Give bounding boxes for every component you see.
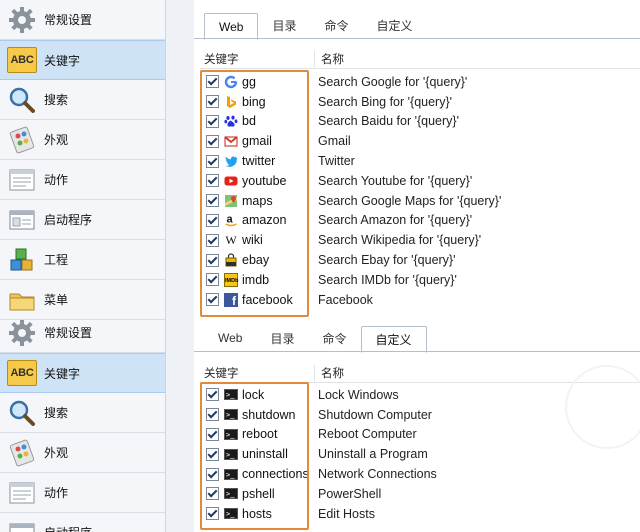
sidebar-item-appearance[interactable]: 外观 [0, 433, 165, 473]
action-list-icon [7, 165, 37, 195]
sidebar-item-launcher[interactable]: 启动程序 [0, 200, 165, 240]
top-tab-bar: Web 目录 命令 自定义 [204, 13, 427, 40]
list-header: 关键字 名称 [200, 50, 640, 69]
tab-directory[interactable]: 目录 [256, 326, 308, 350]
sidebar-item-launcher[interactable]: 启动程序 [0, 513, 165, 532]
sidebar-item-label: 常规设置 [44, 13, 93, 27]
tab-commands[interactable]: 命令 [308, 326, 360, 350]
keyword-name: Search Amazon for '{query}' [318, 213, 473, 228]
keyword-name: Gmail [318, 134, 351, 149]
blocks-icon [7, 245, 37, 275]
sidebar-item-keywords[interactable]: ABC 关键字 [0, 353, 165, 393]
launcher-window-icon [7, 518, 37, 532]
column-header-keyword[interactable]: 关键字 [200, 51, 315, 67]
sidebar-item-label: 搜索 [44, 406, 69, 420]
keyword-name: Uninstall a Program [318, 447, 428, 462]
content-gutter [166, 0, 194, 532]
sidebar-item-projects[interactable]: 工程 [0, 240, 165, 280]
sidebar-item-keywords[interactable]: ABC 关键字 [0, 40, 165, 80]
sidebar-item-actions[interactable]: 动作 [0, 160, 165, 200]
column-header-name[interactable]: 名称 [315, 51, 344, 67]
tab-divider [194, 38, 640, 39]
tab-commands[interactable]: 命令 [310, 13, 362, 37]
keyword-name: Search Ebay for '{query}' [318, 253, 456, 268]
keyword-name: Facebook [318, 292, 373, 307]
sidebar-item-search[interactable]: 搜索 [0, 80, 165, 120]
bottom-tab-bar: Web 目录 命令 自定义 [204, 326, 427, 353]
tab-custom[interactable]: 自定义 [363, 13, 427, 37]
sidebar-item-general[interactable]: 常规设置 [0, 313, 165, 353]
gear-icon [7, 5, 37, 35]
appearance-icon [7, 125, 37, 155]
keyword-name: Search Google Maps for '{query}' [318, 193, 502, 208]
top-keyword-panel: Web 目录 命令 自定义 关键字 名称 gg Search Google fo… [194, 0, 640, 322]
magnifier-icon [7, 398, 37, 428]
keyword-name: Network Connections [318, 467, 437, 482]
sidebar-item-label: 动作 [44, 173, 69, 187]
column-header-name[interactable]: 名称 [315, 365, 344, 381]
keyword-name: Edit Hosts [318, 506, 375, 521]
keyword-name: Search Bing for '{query}' [318, 94, 453, 109]
tab-web[interactable]: Web [204, 326, 256, 350]
tab-divider [194, 351, 640, 352]
abc-icon: ABC [7, 358, 37, 388]
keyword-name: Search Wikipedia for '{query}' [318, 233, 482, 248]
tab-web[interactable]: Web [204, 13, 259, 40]
sidebar-item-label: 关键字 [44, 53, 81, 68]
sidebar-item-label: 工程 [44, 253, 69, 267]
gear-icon [7, 318, 37, 348]
appearance-icon [7, 438, 37, 468]
folder-icon [7, 285, 37, 315]
sidebar-item-label: 外观 [44, 446, 69, 460]
highlight-box [200, 70, 309, 317]
sidebar-item-label: 启动程序 [44, 213, 93, 227]
keyword-name: Twitter [318, 154, 355, 169]
sidebar-item-label: 菜单 [44, 293, 69, 307]
keyword-name: Search Youtube for '{query}' [318, 173, 473, 188]
highlight-box [200, 382, 309, 530]
keyword-name: Search Baidu for '{query}' [318, 114, 459, 129]
sidebar-item-label: 关键字 [44, 366, 81, 381]
sidebar-item-actions[interactable]: 动作 [0, 473, 165, 513]
action-list-icon [7, 478, 37, 508]
watermark-ring [565, 365, 640, 449]
keyword-name: Search IMDb for '{query}' [318, 272, 457, 287]
keyword-name: Search Google for '{query}' [318, 74, 468, 89]
sidebar-item-label: 动作 [44, 486, 69, 500]
sidebar-item-appearance[interactable]: 外观 [0, 120, 165, 160]
sidebar-item-label: 外观 [44, 133, 69, 147]
sidebar-item-general[interactable]: 常规设置 [0, 0, 165, 40]
magnifier-icon [7, 85, 37, 115]
keyword-name: Reboot Computer [318, 427, 417, 442]
keyword-name: PowerShell [318, 486, 382, 501]
keyword-name: Shutdown Computer [318, 407, 432, 422]
column-header-keyword[interactable]: 关键字 [200, 365, 315, 381]
sidebar-item-search[interactable]: 搜索 [0, 393, 165, 433]
settings-sidebar: 常规设置 ABC 关键字 搜索 外观 动作 启动程序 工程 菜单 常规设置 AB… [0, 0, 166, 532]
tab-custom[interactable]: 自定义 [360, 326, 427, 353]
tab-directory[interactable]: 目录 [258, 13, 310, 37]
sidebar-item-label: 启动程序 [44, 524, 92, 532]
sidebar-item-label: 常规设置 [44, 326, 93, 340]
abc-icon: ABC [7, 45, 37, 75]
keyword-name: Lock Windows [318, 387, 399, 402]
sidebar-item-label: 搜索 [44, 93, 69, 107]
launcher-window-icon [7, 205, 37, 235]
